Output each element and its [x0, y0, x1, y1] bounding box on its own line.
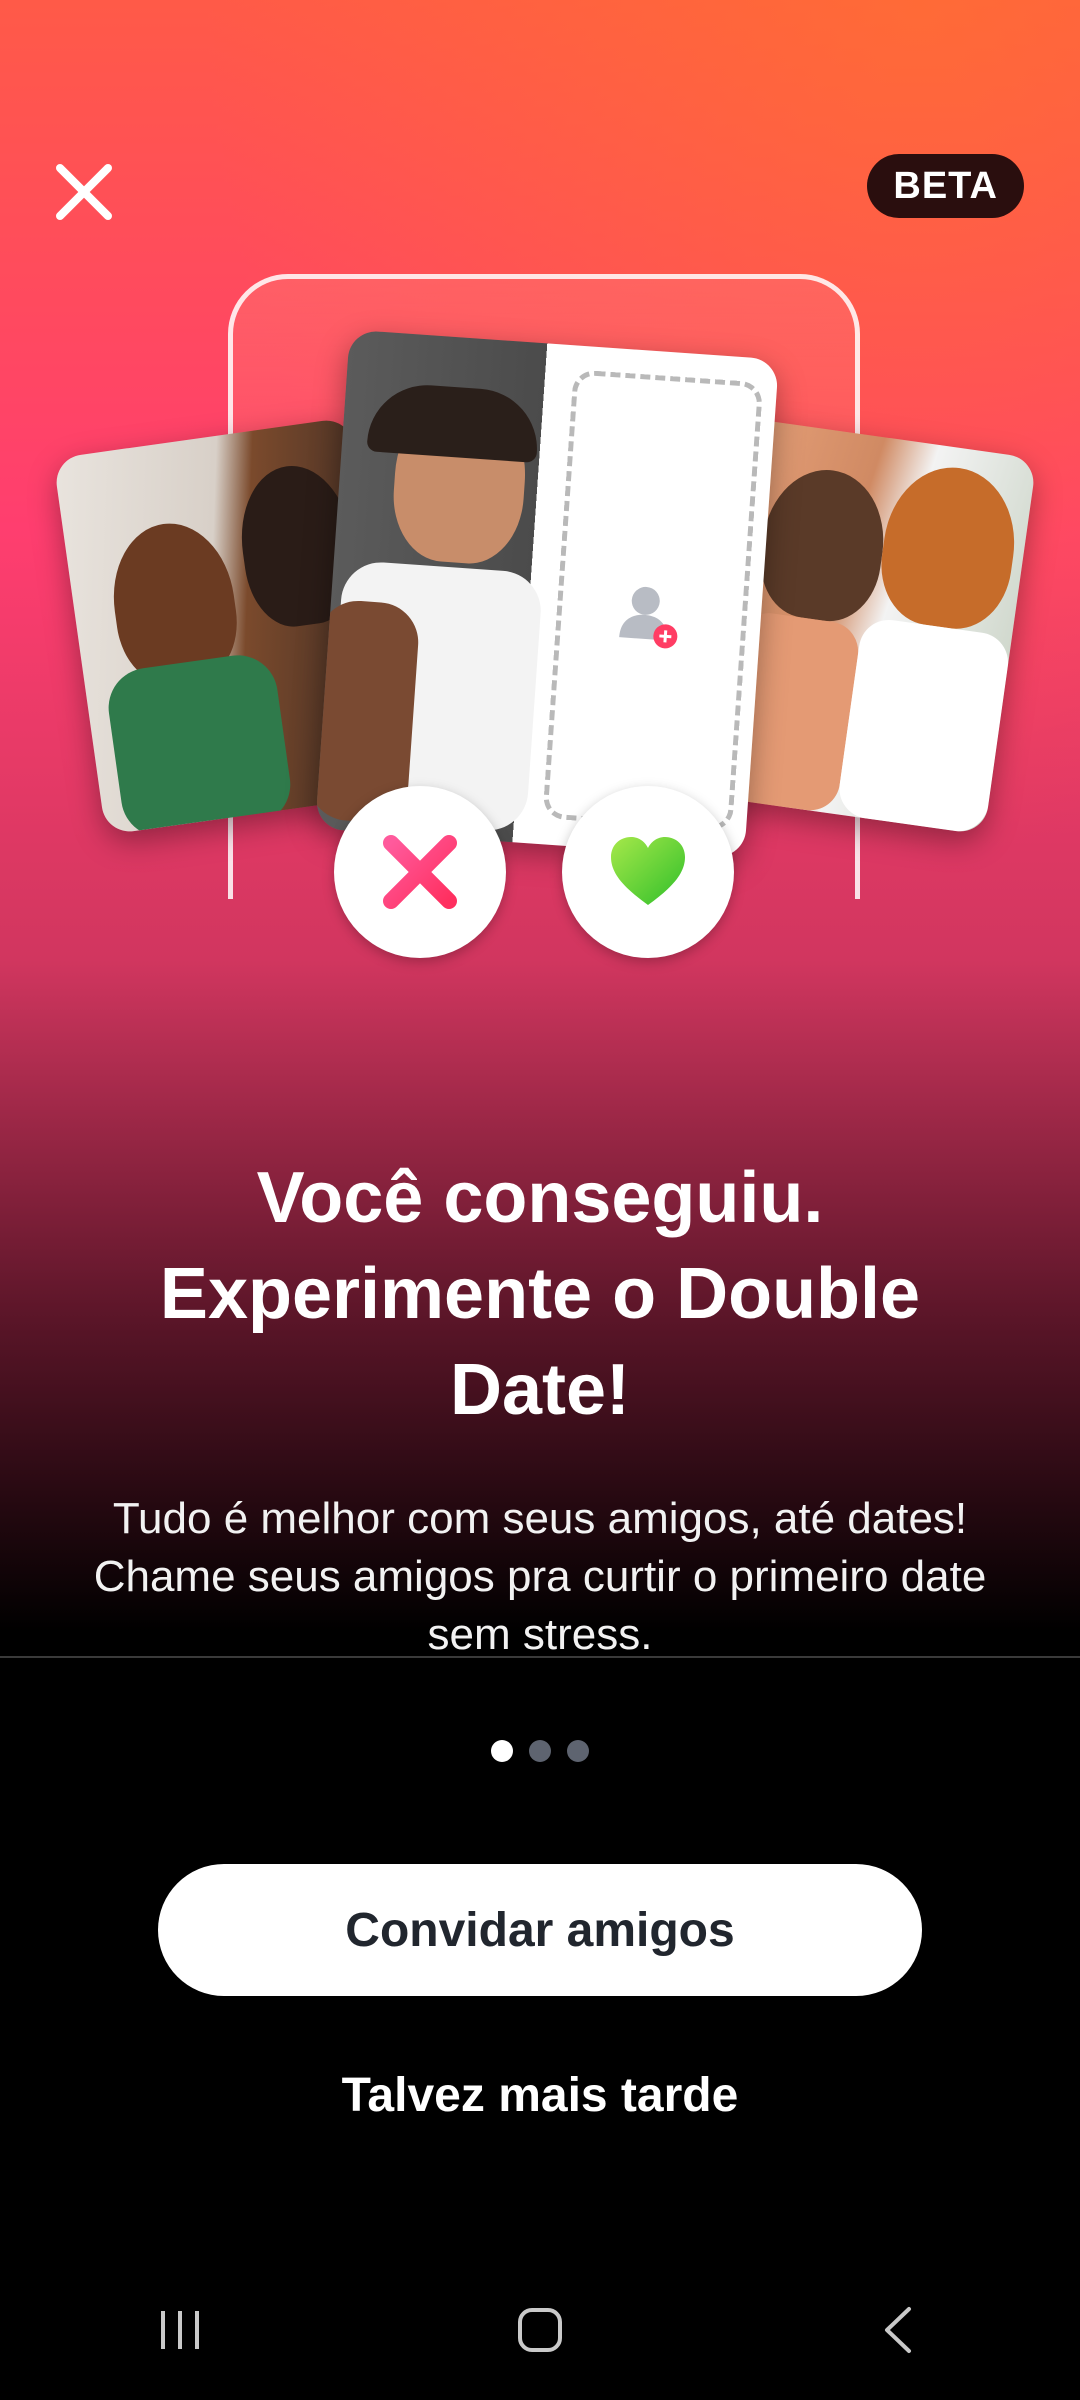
close-icon	[56, 164, 112, 220]
recents-button[interactable]	[120, 2280, 240, 2380]
maybe-later-button[interactable]: Talvez mais tarde	[240, 2060, 840, 2130]
double-date-screen: BETA Você conseguiu. Experimente o Doubl…	[0, 0, 1080, 2400]
page-dot-1	[491, 1740, 513, 1762]
page-indicator	[0, 1740, 1080, 1762]
system-navigation-bar	[0, 2260, 1080, 2400]
close-button[interactable]	[52, 160, 116, 224]
page-dot-2	[529, 1740, 551, 1762]
back-button[interactable]	[840, 2280, 960, 2380]
home-button[interactable]	[480, 2280, 600, 2380]
nope-button	[334, 786, 506, 958]
invite-friends-button[interactable]: Convidar amigos	[158, 1864, 922, 1996]
home-icon	[518, 2308, 562, 2352]
divider	[0, 1656, 1080, 1658]
beta-badge: BETA	[867, 154, 1024, 218]
description-text: Tudo é melhor com seus amigos, até dates…	[93, 1494, 987, 1659]
page-dot-3	[567, 1740, 589, 1762]
back-icon	[885, 2307, 911, 2353]
heart-icon	[611, 837, 685, 905]
like-button	[562, 786, 734, 958]
recents-icon	[161, 2311, 199, 2349]
page-title: Você conseguiu. Experimente o Double Dat…	[159, 1158, 921, 1430]
add-user-icon	[619, 586, 678, 649]
x-icon	[383, 835, 457, 909]
profile-card-center	[315, 329, 779, 859]
